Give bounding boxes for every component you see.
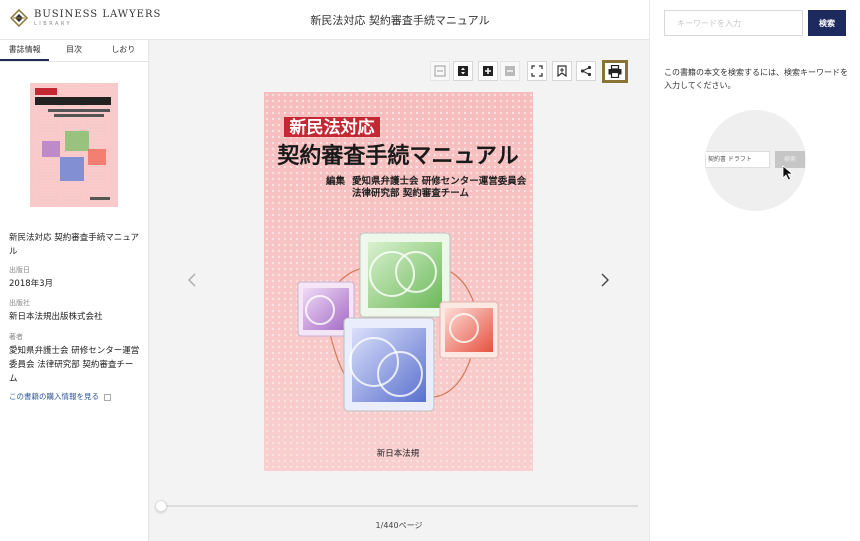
logo-subtitle: LIBRARY bbox=[34, 20, 73, 27]
zoom-out-icon bbox=[505, 66, 515, 76]
fit-height-icon bbox=[458, 66, 468, 76]
search-button[interactable]: 検索 bbox=[808, 10, 846, 36]
page-indicator: 1/440ページ bbox=[375, 521, 423, 530]
page-slider-handle[interactable] bbox=[155, 500, 167, 512]
zoom-in-button[interactable] bbox=[478, 61, 498, 81]
chevron-left-icon bbox=[188, 273, 196, 287]
book-cover-art: 新民法対応 契約審査手続マニュアル 編集 愛知県弁護士会 研修センター運営委員会… bbox=[264, 92, 533, 471]
top-bar: BUSINESS LAWYERS LIBRARY 新民法対応 契約審査手続マニュ… bbox=[0, 0, 649, 40]
cover-publisher: 新日本法規 bbox=[377, 448, 420, 459]
published-date-value: 2018年3月 bbox=[9, 279, 54, 289]
fit-width-button[interactable] bbox=[430, 61, 450, 81]
fullscreen-icon bbox=[531, 65, 543, 77]
blue-square bbox=[343, 317, 435, 412]
share-icon bbox=[580, 65, 592, 77]
publisher-label: 出版社 bbox=[9, 299, 30, 307]
share-button[interactable] bbox=[576, 61, 596, 81]
search-help-text: この書籍の本文を検索するには、検索キーワードを入力してください。 bbox=[664, 68, 848, 90]
author-block: 著者 愛知県弁護士会 研修センター運営委員会 法律研究部 契約審査チーム bbox=[9, 332, 141, 386]
logo-mark-icon bbox=[9, 8, 29, 28]
book-page[interactable]: 新民法対応 契約審査手続マニュアル 編集 愛知県弁護士会 研修センター運営委員会… bbox=[264, 92, 533, 471]
bookmark-add-icon bbox=[557, 65, 567, 77]
cover-editor-line1: 愛知県弁護士会 研修センター運営委員会 bbox=[352, 175, 527, 187]
publisher-value: 新日本法規出版株式会社 bbox=[9, 312, 103, 322]
published-date-label: 出版日 bbox=[9, 266, 30, 274]
search-panel: 検索 この書籍の本文を検索するには、検索キーワードを入力してください。 契約書 … bbox=[649, 0, 860, 541]
external-link-icon bbox=[104, 393, 111, 401]
search-demo-illustration: 契約書 ドラフト 検索 bbox=[705, 110, 806, 211]
author-label: 著者 bbox=[9, 333, 23, 341]
publisher-block: 出版社 新日本法規出版株式会社 bbox=[9, 298, 141, 324]
book-title-block: 新民法対応 契約審査手続マニュアル bbox=[9, 229, 141, 259]
chevron-right-icon bbox=[601, 273, 609, 287]
tab-book-info[interactable]: 書誌情報 bbox=[0, 40, 50, 61]
red-square bbox=[439, 301, 499, 359]
cover-title: 契約審査手続マニュアル bbox=[276, 143, 518, 169]
previous-page-arrow[interactable] bbox=[187, 272, 197, 292]
zoom-in-icon bbox=[483, 66, 493, 76]
sidebar-tabs: 書誌情報 目次 しおり bbox=[0, 40, 148, 62]
fullscreen-button[interactable] bbox=[527, 61, 547, 81]
next-page-arrow[interactable] bbox=[600, 272, 610, 292]
cover-editor-prefix: 編集 bbox=[326, 175, 346, 187]
book-viewer: 新民法対応 契約審査手続マニュアル 編集 愛知県弁護士会 研修センター運営委員会… bbox=[149, 40, 649, 541]
purchase-info-link[interactable]: この書籍の購入情報を見る bbox=[9, 391, 111, 402]
print-button[interactable] bbox=[602, 60, 628, 83]
logo[interactable]: BUSINESS LAWYERS LIBRARY bbox=[9, 8, 162, 28]
cursor-arrow-icon bbox=[782, 165, 794, 185]
published-date-block: 出版日 2018年3月 bbox=[9, 265, 141, 291]
demo-search-input: 契約書 ドラフト bbox=[705, 151, 770, 168]
page-slider-track[interactable] bbox=[162, 505, 638, 507]
purchase-info-label: この書籍の購入情報を見る bbox=[9, 392, 99, 401]
book-info-sidebar: 書誌情報 目次 しおり 新民法対応 契約審査手続マニュアル 出版日 2018年3… bbox=[0, 40, 149, 541]
keyword-search-input[interactable] bbox=[664, 10, 803, 36]
add-bookmark-button[interactable] bbox=[552, 61, 572, 81]
book-cover-thumbnail[interactable] bbox=[30, 83, 118, 207]
logo-name: BUSINESS LAWYERS bbox=[34, 8, 162, 20]
cover-badge: 新民法対応 bbox=[290, 117, 375, 138]
fit-height-button[interactable] bbox=[453, 61, 473, 81]
author-value: 愛知県弁護士会 研修センター運営委員会 法律研究部 契約審査チーム bbox=[9, 346, 140, 384]
print-icon bbox=[608, 65, 622, 78]
tab-contents[interactable]: 目次 bbox=[49, 40, 98, 61]
cover-editor-line2: 法律研究部 契約審査チーム bbox=[352, 187, 470, 199]
fit-width-icon bbox=[434, 65, 446, 77]
tab-bookmarks[interactable]: しおり bbox=[99, 40, 148, 61]
book-title: 新民法対応 契約審査手続マニュアル bbox=[9, 233, 140, 257]
document-title: 新民法対応 契約審査手続マニュアル bbox=[310, 14, 490, 27]
zoom-out-button[interactable] bbox=[500, 61, 520, 81]
green-square bbox=[359, 232, 451, 318]
